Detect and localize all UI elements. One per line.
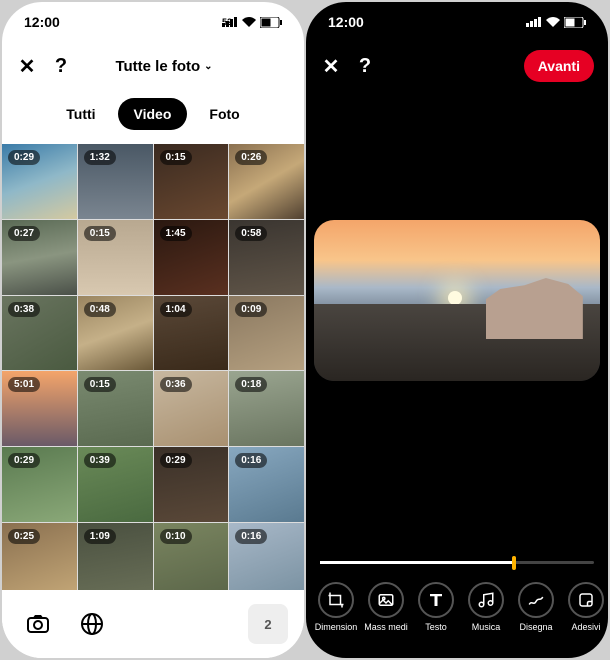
media-thumbnail[interactable]: 0:09 [229,296,304,371]
duration-badge: 0:27 [8,226,40,241]
media-thumbnail[interactable]: 0:27 [2,220,77,295]
media-thumbnail[interactable]: 1:32 [78,144,153,219]
chevron-down-icon: ⌄ [204,61,212,72]
media-thumbnail[interactable]: 0:10 [154,523,229,598]
duration-badge: 0:29 [8,453,40,468]
media-thumbnail[interactable]: 0:25 [2,523,77,598]
duration-badge: 5:01 [8,377,40,392]
timeline-slider[interactable] [320,561,594,564]
duration-badge: 0:10 [160,529,192,544]
media-thumbnail[interactable]: 0:15 [78,371,153,446]
duration-badge: 1:09 [84,529,116,544]
duration-badge: 0:48 [84,302,116,317]
bottom-bar: 2 [2,590,304,658]
duration-badge: 0:16 [235,453,267,468]
media-thumbnail[interactable]: 0:58 [229,220,304,295]
selection-count[interactable]: 2 [248,604,288,644]
duration-badge: 0:38 [8,302,40,317]
duration-badge: 0:29 [160,453,192,468]
text-icon [418,582,454,618]
help-icon[interactable]: ? [354,55,376,77]
duration-badge: 0:36 [160,377,192,392]
music-icon [468,582,504,618]
album-title: Tutte le foto [115,58,200,75]
tool-label: Dimension [315,622,358,632]
next-button[interactable]: Avanti [524,50,594,82]
media-thumbnail[interactable]: 5:01 [2,371,77,446]
status-time: 12:00 [328,14,364,30]
status-bar: 12:00 52 [2,2,304,42]
media-thumbnail[interactable]: 0:39 [78,447,153,522]
close-icon[interactable]: ✕ [16,55,38,77]
duration-badge: 0:18 [235,377,267,392]
status-bar: 12:00 [306,2,608,42]
topbar: ✕ ? Avanti [306,42,608,90]
tool-label: Testo [425,622,447,632]
status-indicators [526,17,586,28]
media-grid: 0:29 1:32 0:15 0:26 0:27 0:15 1:45 0:58 0:38 0:48… [2,144,304,598]
media-thumbnail[interactable]: 1:04 [154,296,229,371]
duration-badge: 1:32 [84,150,116,165]
globe-button[interactable] [72,604,112,644]
duration-badge: 0:15 [84,226,116,241]
media-thumbnail[interactable]: 0:29 [2,447,77,522]
help-icon[interactable]: ? [50,55,72,77]
media-thumbnail[interactable]: 0:36 [154,371,229,446]
draw-icon [518,582,554,618]
duration-badge: 1:45 [160,226,192,241]
media-thumbnail[interactable]: 0:15 [78,220,153,295]
tool-text[interactable]: Testo [414,582,458,632]
editor-screen: 12:00 ✕ ? Avanti Dimension Mass medi Testo… [306,2,608,658]
media-thumbnail[interactable]: 0:48 [78,296,153,371]
sticker-icon [568,582,604,618]
tool-label: Adesivi [571,622,600,632]
media-picker-screen: 12:00 52 ✕ ? Tutte le foto ⌄ Tutti Video… [2,2,304,658]
duration-badge: 0:09 [235,302,267,317]
tool-label: Musica [472,622,501,632]
duration-badge: 0:58 [235,226,267,241]
tool-label: Mass medi [364,622,408,632]
media-thumbnail[interactable]: 1:09 [78,523,153,598]
media-thumbnail[interactable]: 0:29 [154,447,229,522]
camera-button[interactable] [18,604,58,644]
building-graphic [486,278,583,339]
tool-crop[interactable]: Dimension [314,582,358,632]
media-thumbnail[interactable]: 0:16 [229,447,304,522]
tool-draw[interactable]: Disegna [514,582,558,632]
tool-image[interactable]: Mass medi [364,582,408,632]
media-thumbnail[interactable]: 0:38 [2,296,77,371]
tool-music[interactable]: Musica [464,582,508,632]
media-thumbnail[interactable]: 0:18 [229,371,304,446]
image-icon [368,582,404,618]
tool-bar: Dimension Mass medi Testo Musica Disegna Ades… [306,564,608,632]
duration-badge: 0:29 [8,150,40,165]
duration-badge: 0:15 [160,150,192,165]
tab-photo[interactable]: Foto [193,98,255,130]
video-preview[interactable] [314,220,600,381]
media-thumbnail[interactable]: 0:29 [2,144,77,219]
close-icon[interactable]: ✕ [320,55,342,77]
media-thumbnail[interactable]: 1:45 [154,220,229,295]
album-dropdown[interactable]: Tutte le foto ⌄ [84,58,244,75]
duration-badge: 0:26 [235,150,267,165]
media-thumbnail[interactable]: 0:15 [154,144,229,219]
duration-badge: 0:25 [8,529,40,544]
topbar: ✕ ? Tutte le foto ⌄ [2,42,304,90]
media-filter-tabs: Tutti Video Foto [2,90,304,144]
tool-sticker[interactable]: Adesivi [564,582,608,632]
media-thumbnail[interactable]: 0:16 [229,523,304,598]
crop-icon [318,582,354,618]
media-thumbnail[interactable]: 0:26 [229,144,304,219]
duration-badge: 0:15 [84,377,116,392]
duration-badge: 1:04 [160,302,192,317]
tool-label: Disegna [519,622,552,632]
status-time: 12:00 [24,14,60,30]
tab-all[interactable]: Tutti [50,98,111,130]
duration-badge: 0:16 [235,529,267,544]
tab-video[interactable]: Video [118,98,188,130]
status-indicators: 52 [222,17,282,28]
duration-badge: 0:39 [84,453,116,468]
slider-handle[interactable] [512,556,516,570]
